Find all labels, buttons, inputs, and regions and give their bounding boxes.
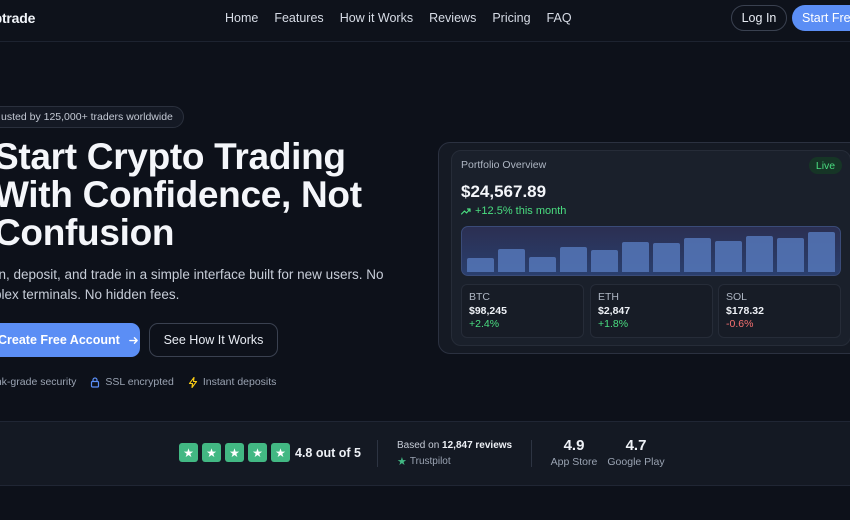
star-icon: ★ [179, 443, 198, 462]
divider [531, 440, 532, 467]
trust-badge: usted by 125,000+ traders worldwide [0, 106, 184, 128]
ticker-price: $98,245 [469, 305, 507, 317]
portfolio-change: +12.5% this month [461, 205, 566, 217]
top-navigation: yptrade Home Features How it Works Revie… [0, 0, 850, 42]
see-how-it-works-button[interactable]: See How It Works [149, 323, 278, 357]
star-icon: ★ [225, 443, 244, 462]
ticker-symbol: SOL [726, 291, 748, 303]
reviews-strip [0, 421, 850, 486]
chart-bar [808, 232, 835, 272]
login-button[interactable]: Log In [731, 5, 787, 31]
subtitle-line-1: rn, deposit, and trade in a simple inter… [0, 267, 384, 282]
ticker-price: $178.32 [726, 305, 764, 317]
feature-security-label: ank-grade security [0, 376, 77, 388]
chart-bar [777, 238, 804, 272]
based-prefix: Based on [397, 440, 440, 451]
chart-bar [560, 247, 587, 272]
hero-headline: Start Crypto Trading With Confidence, No… [0, 138, 434, 252]
ticker-eth[interactable]: ETH $2,847 +1.8% [590, 284, 713, 338]
review-count: Based on 12,847 reviews [397, 440, 512, 451]
divider [377, 440, 378, 467]
ticker-change: -0.6% [726, 318, 754, 330]
rating-stars: ★ ★ ★ ★ ★ [179, 443, 290, 462]
trustpilot-star-icon: ★ [397, 456, 407, 468]
ticker-change: +2.4% [469, 318, 500, 330]
chart-bar [653, 243, 680, 272]
app-store-label: App Store [550, 456, 598, 468]
subtitle-line-2: plex terminals. No hidden fees. [0, 287, 180, 302]
portfolio-label: Portfolio Overview [461, 159, 547, 171]
chart-bar [591, 250, 618, 272]
lock-icon [91, 376, 100, 388]
chart-bar [715, 241, 742, 272]
chart-bar [622, 242, 649, 272]
feature-list: ank-grade security SSL encrypted Instant… [0, 376, 276, 388]
create-account-button[interactable]: Create Free Account [0, 323, 140, 357]
nav-link-pricing[interactable]: Pricing [492, 11, 530, 25]
based-count: 12,847 reviews [442, 440, 513, 451]
portfolio-change-label: +12.5% this month [475, 205, 567, 217]
brand-logo[interactable]: yptrade [0, 10, 35, 26]
create-account-label: Create Free Account [0, 333, 120, 347]
ticker-price: $2,847 [598, 305, 631, 317]
trustpilot-label[interactable]: ★ Trustpilot [397, 455, 451, 468]
google-play-rating[interactable]: 4.7 Google Play [604, 437, 668, 468]
feature-ssl-label: SSL encrypted [105, 376, 174, 388]
trustpilot-text: Trustpilot [409, 456, 451, 467]
feature-deposits: Instant deposits [188, 376, 277, 388]
app-store-rating[interactable]: 4.9 App Store [545, 437, 603, 468]
star-icon: ★ [202, 443, 221, 462]
nav-link-home[interactable]: Home [225, 11, 258, 25]
chart-bar [746, 236, 773, 272]
ticker-symbol: ETH [598, 291, 619, 303]
feature-deposits-label: Instant deposits [202, 376, 277, 388]
start-free-button[interactable]: Start Free [792, 5, 850, 31]
bolt-icon [188, 376, 197, 388]
trending-up-icon [461, 208, 471, 215]
nav-link-faq[interactable]: FAQ [547, 11, 572, 25]
arrow-right-icon [128, 336, 138, 344]
nav-link-how-it-works[interactable]: How it Works [340, 11, 413, 25]
hero-subtitle: rn, deposit, and trade in a simple inter… [0, 265, 414, 305]
ticker-sol[interactable]: SOL $178.32 -0.6% [718, 284, 841, 338]
portfolio-chart [461, 226, 841, 276]
app-store-value: 4.9 [563, 437, 585, 454]
google-play-label: Google Play [607, 456, 665, 468]
feature-ssl: SSL encrypted [90, 376, 174, 388]
google-play-value: 4.7 [625, 437, 647, 454]
star-icon: ★ [271, 443, 290, 462]
nav-link-reviews[interactable]: Reviews [429, 11, 476, 25]
live-badge: Live [809, 157, 842, 174]
ticker-change: +1.8% [598, 318, 629, 330]
chart-bar [684, 238, 711, 272]
chart-bar [498, 249, 525, 272]
chart-bar [529, 257, 556, 272]
portfolio-amount: $24,567.89 [461, 182, 547, 201]
feature-security: ank-grade security [0, 376, 76, 388]
headline-line-2: With Confidence, Not [0, 174, 362, 215]
nav-links: Home Features How it Works Reviews Prici… [225, 11, 572, 25]
star-icon: ★ [248, 443, 267, 462]
headline-line-3: Confusion [0, 212, 175, 253]
ticker-symbol: BTC [469, 291, 490, 303]
headline-line-1: Start Crypto Trading [0, 136, 346, 177]
nav-link-features[interactable]: Features [274, 11, 323, 25]
chart-bar [467, 258, 494, 272]
ticker-btc[interactable]: BTC $98,245 +2.4% [461, 284, 584, 338]
rating-value: 4.8 out of 5 [295, 446, 361, 460]
